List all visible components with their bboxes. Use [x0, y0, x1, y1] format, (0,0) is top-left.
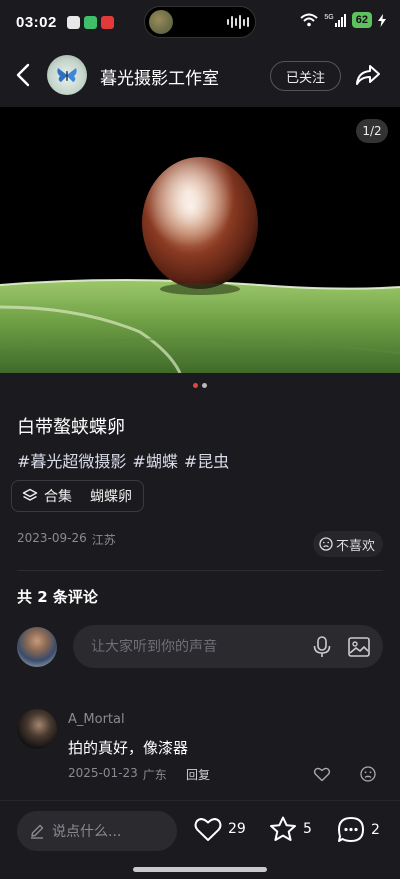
my-avatar[interactable]	[17, 627, 57, 667]
comment-date: 2025-01-23	[68, 766, 138, 780]
status-time: 03:02	[16, 13, 57, 31]
say-something-input[interactable]: 说点什么...	[17, 811, 177, 851]
battery-level: 62	[351, 12, 372, 28]
butterfly-egg-photo	[0, 107, 400, 373]
status-right: 5G 62	[300, 12, 386, 28]
status-app-icons	[66, 15, 114, 29]
microphone-icon[interactable]	[311, 635, 333, 659]
like-count: 29	[228, 821, 246, 837]
comment-total: 2	[371, 822, 380, 838]
post-date: 2023-09-26	[17, 531, 87, 545]
heart-icon	[194, 818, 222, 841]
share-icon[interactable]	[354, 62, 382, 88]
commenter-avatar[interactable]	[17, 709, 57, 749]
carousel-dot-active	[193, 383, 198, 388]
comment-input-box[interactable]	[73, 625, 383, 668]
collection-chip[interactable]: 合集 蝴蝶卵	[11, 480, 144, 512]
tag-link[interactable]: #暮光超微摄影	[17, 448, 126, 472]
studio-avatar[interactable]	[47, 55, 87, 95]
comment-input[interactable]	[91, 638, 301, 655]
collection-label: 合集	[44, 489, 72, 505]
comment-meta: 2025-01-23 广东	[68, 766, 167, 783]
tag-link[interactable]: #蝴蝶	[132, 448, 177, 472]
tag-list: #暮光超微摄影 #蝴蝶 #昆虫	[17, 448, 229, 472]
cellular-signal-icon: 5G	[324, 13, 346, 27]
chevron-left-icon[interactable]	[12, 62, 36, 88]
dislike-button[interactable]: 不喜欢	[313, 531, 384, 557]
bottom-bar: 说点什么... 29 5 2	[0, 800, 400, 879]
post-title: 白带螯蛱蝶卵	[17, 417, 125, 438]
comment-dislike-icon[interactable]	[359, 765, 377, 783]
comment-button[interactable]: 2	[336, 815, 380, 845]
carousel-dot	[202, 383, 207, 388]
app-icon-2	[83, 15, 97, 29]
commenter-name[interactable]: A_Mortal	[68, 712, 125, 727]
say-placeholder: 说点什么...	[52, 824, 122, 840]
app-icon-3	[100, 15, 114, 29]
comment-like-icon[interactable]	[313, 765, 331, 783]
network-type: 5G	[324, 13, 334, 21]
star-icon	[270, 816, 296, 841]
charging-icon	[378, 13, 386, 27]
comment-bubble-icon	[338, 817, 364, 842]
image-counter: 1/2	[356, 119, 388, 143]
post-location: 江苏	[91, 533, 116, 547]
layers-icon	[22, 488, 38, 501]
carousel-indicator	[0, 383, 400, 388]
comment-location: 广东	[142, 768, 167, 782]
comment-count: 共 2 条评论	[17, 588, 98, 606]
studio-name[interactable]: 暮光摄影工作室	[100, 64, 219, 89]
favorite-button[interactable]: 5	[268, 815, 312, 843]
top-nav: 暮光摄影工作室 已关注	[0, 50, 400, 100]
post-image[interactable]: 1/2	[0, 107, 400, 373]
image-icon[interactable]	[347, 635, 371, 659]
wifi-icon	[300, 13, 319, 27]
follow-button[interactable]: 已关注	[270, 61, 341, 91]
butterfly-icon	[57, 68, 77, 82]
divider	[17, 570, 383, 571]
app-icon-1	[66, 15, 80, 29]
dynamic-island[interactable]	[144, 6, 256, 38]
tag-link[interactable]: #昆虫	[184, 448, 229, 472]
audio-wave-icon	[227, 15, 249, 29]
pencil-icon	[31, 824, 44, 839]
dislike-label: 不喜欢	[336, 538, 376, 554]
reply-button[interactable]: 回复	[186, 766, 210, 783]
favorite-count: 5	[303, 821, 312, 837]
now-playing-thumbnail	[149, 10, 173, 34]
comment-text: 拍的真好，像漆器	[68, 739, 189, 757]
home-indicator[interactable]	[133, 867, 267, 872]
like-button[interactable]: 29	[193, 815, 246, 843]
post-meta: 2023-09-26 江苏	[17, 531, 116, 548]
frown-face-icon	[319, 537, 333, 551]
collection-name: 蝴蝶卵	[90, 489, 132, 505]
